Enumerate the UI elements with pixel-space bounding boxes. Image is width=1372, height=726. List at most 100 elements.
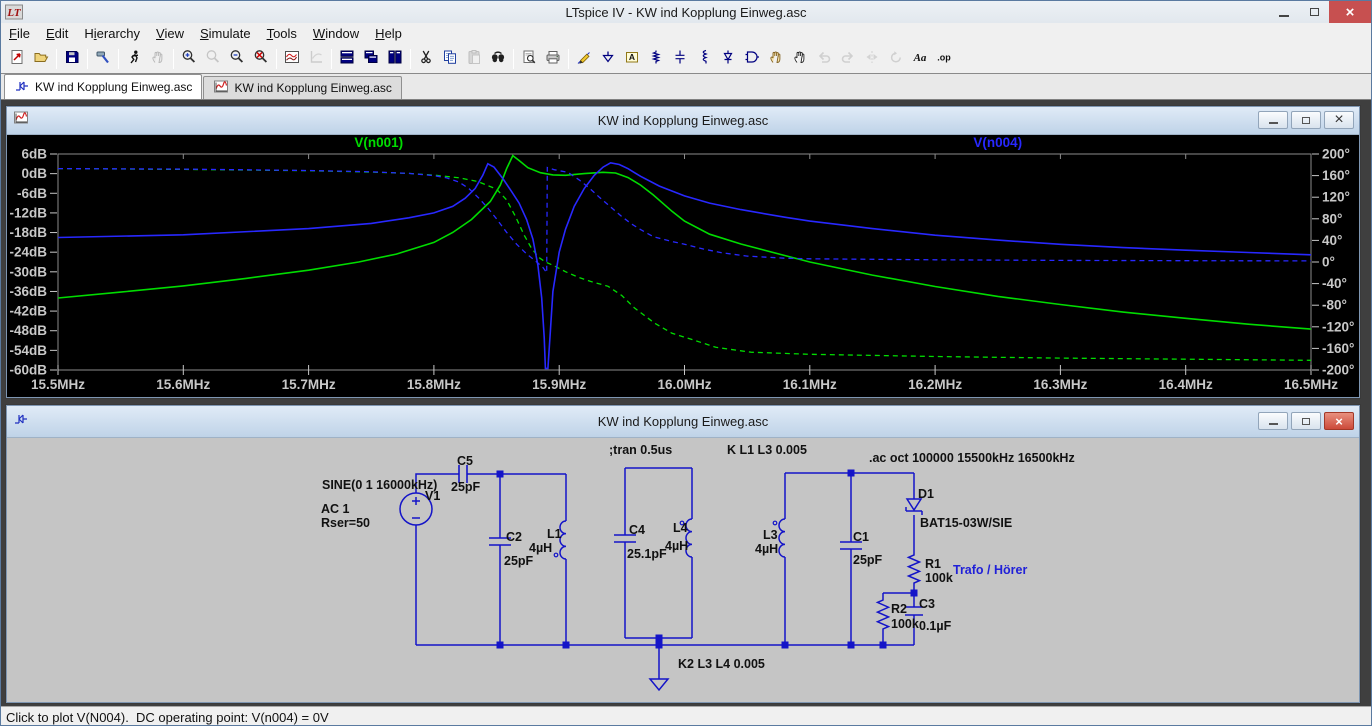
junction-node	[497, 642, 504, 649]
print-preview-button[interactable]	[517, 47, 541, 71]
bode-plot[interactable]: 6dB0dB-6dB-12dB-18dB-24dB-30dB-36dB-42dB…	[7, 135, 1359, 397]
schematic-window-title: KW ind Kopplung Einweg.asc	[7, 414, 1359, 429]
autorange-y-axis-button[interactable]	[280, 47, 304, 71]
x-tick-label: 15.6MHz	[156, 377, 210, 392]
schematic-drawing[interactable]: SINE(0 1 16000kHz)AC 1Rser=50V1C525pFC22…	[7, 438, 1359, 702]
schematic-label: L1	[547, 527, 562, 541]
junction-node	[782, 642, 789, 649]
legend-v-n001-: V(n001)	[354, 135, 403, 150]
move-button[interactable]	[764, 47, 788, 71]
waveform-restore-button[interactable]	[1291, 111, 1321, 129]
close-button[interactable]: ×	[1329, 1, 1371, 23]
schematic-label: SINE(0 1 16000kHz)	[322, 478, 437, 492]
place-inductor-button[interactable]	[692, 47, 716, 71]
schematic-label: L4	[673, 521, 688, 535]
waveform-window-title-bar: KW ind Kopplung Einweg.asc ×	[7, 107, 1359, 135]
schematic-label: 25pF	[504, 554, 534, 568]
zoom-out-button[interactable]	[225, 47, 249, 71]
schematic-label: ;tran 0.5us	[609, 443, 672, 457]
y-right-tick-label: -80°	[1322, 298, 1347, 313]
place-resistor-button[interactable]	[644, 47, 668, 71]
cut-button[interactable]	[414, 47, 438, 71]
copy-button[interactable]	[438, 47, 462, 71]
schematic-label: 100k	[925, 571, 953, 585]
draw-wire-icon	[576, 49, 592, 70]
place-component-button[interactable]	[740, 47, 764, 71]
x-tick-label: 16.3MHz	[1033, 377, 1087, 392]
draw-wire-button[interactable]	[572, 47, 596, 71]
control-panel-button[interactable]	[91, 47, 115, 71]
run-simulation-button[interactable]	[122, 47, 146, 71]
schematic-restore-button[interactable]	[1291, 412, 1321, 430]
place-net-label-button[interactable]: A	[620, 47, 644, 71]
schematic-minimize-button[interactable]	[1258, 412, 1288, 430]
y-right-tick-label: -40°	[1322, 276, 1347, 291]
waveform-window: KW ind Kopplung Einweg.asc × 6dB0dB-6dB-…	[6, 106, 1360, 398]
place-component-icon	[744, 49, 760, 70]
new-schematic-button[interactable]	[5, 47, 29, 71]
y-left-tick-label: -36dB	[9, 284, 47, 299]
app-window: LT LTspice IV - KW ind Kopplung Einweg.a…	[0, 0, 1372, 726]
redo-icon	[840, 49, 856, 70]
y-right-tick-label: 0°	[1322, 255, 1335, 270]
y-left-tick-label: 6dB	[21, 147, 47, 162]
undo-button	[812, 47, 836, 71]
schematic-label: 25pF	[853, 553, 883, 567]
waveform-minimize-button[interactable]	[1258, 111, 1288, 129]
spice-directive-button[interactable]: .op	[932, 47, 956, 71]
menu-hierarchy[interactable]: Hierarchy	[76, 23, 148, 45]
menu-tools[interactable]: Tools	[259, 23, 305, 45]
place-text-button[interactable]: Aa	[908, 47, 932, 71]
place-diode-button[interactable]	[716, 47, 740, 71]
schematic-label: L3	[763, 528, 778, 542]
waveform-canvas[interactable]: 6dB0dB-6dB-12dB-18dB-24dB-30dB-36dB-42dB…	[7, 135, 1359, 397]
drag-button[interactable]	[788, 47, 812, 71]
menu-window[interactable]: Window	[305, 23, 367, 45]
menu-simulate[interactable]: Simulate	[192, 23, 259, 45]
y-right-tick-label: -160°	[1322, 341, 1354, 356]
menu-view[interactable]: View	[148, 23, 192, 45]
tab-schematic[interactable]: KW ind Kopplung Einweg.asc	[4, 74, 202, 99]
tab-waveform[interactable]: KW ind Kopplung Einweg.asc	[203, 76, 401, 99]
schematic-label: 4µH	[665, 539, 688, 553]
schematic-window-title-bar: KW ind Kopplung Einweg.asc ×	[7, 406, 1359, 438]
print-button[interactable]	[541, 47, 565, 71]
open-file-icon	[33, 49, 49, 70]
waveform-doc-icon	[13, 110, 29, 131]
cascade-windows-button[interactable]	[383, 47, 407, 71]
schematic-label: 4µH	[529, 541, 552, 555]
menu-help[interactable]: Help	[367, 23, 410, 45]
waveform-close-button[interactable]: ×	[1324, 111, 1354, 129]
schematic-canvas[interactable]: SINE(0 1 16000kHz)AC 1Rser=50V1C525pFC22…	[7, 438, 1359, 702]
save-icon	[64, 49, 80, 70]
tile-vertically-button[interactable]	[359, 47, 383, 71]
doc-schem-icon	[14, 78, 30, 97]
y-left-tick-label: -42dB	[9, 304, 47, 319]
y-left-tick-label: -6dB	[17, 186, 47, 201]
new-schematic-icon	[9, 49, 25, 70]
x-tick-label: 16.5MHz	[1284, 377, 1338, 392]
save-button[interactable]	[60, 47, 84, 71]
title-bar: LT LTspice IV - KW ind Kopplung Einweg.a…	[1, 1, 1371, 23]
menu-edit[interactable]: Edit	[38, 23, 76, 45]
schematic-label: 25.1pF	[627, 547, 667, 561]
place-capacitor-button[interactable]	[668, 47, 692, 71]
junction-node	[497, 471, 504, 478]
find-button[interactable]	[486, 47, 510, 71]
zoom-full-extents-button[interactable]	[249, 47, 273, 71]
menu-file[interactable]: File	[1, 23, 38, 45]
print-preview-icon	[521, 49, 537, 70]
y-left-tick-label: -18dB	[9, 225, 47, 240]
minimize-button[interactable]	[1269, 1, 1299, 23]
junction-node	[848, 642, 855, 649]
place-ground-button[interactable]	[596, 47, 620, 71]
tile-horizontally-button[interactable]	[335, 47, 359, 71]
schematic-label: AC 1	[321, 502, 350, 516]
find-icon	[490, 49, 506, 70]
maximize-button[interactable]	[1299, 1, 1329, 23]
y-right-tick-label: 120°	[1322, 190, 1350, 205]
svg-text:.op: .op	[937, 52, 951, 62]
schematic-close-button[interactable]: ×	[1324, 412, 1354, 430]
open-file-button[interactable]	[29, 47, 53, 71]
zoom-in-button[interactable]	[177, 47, 201, 71]
